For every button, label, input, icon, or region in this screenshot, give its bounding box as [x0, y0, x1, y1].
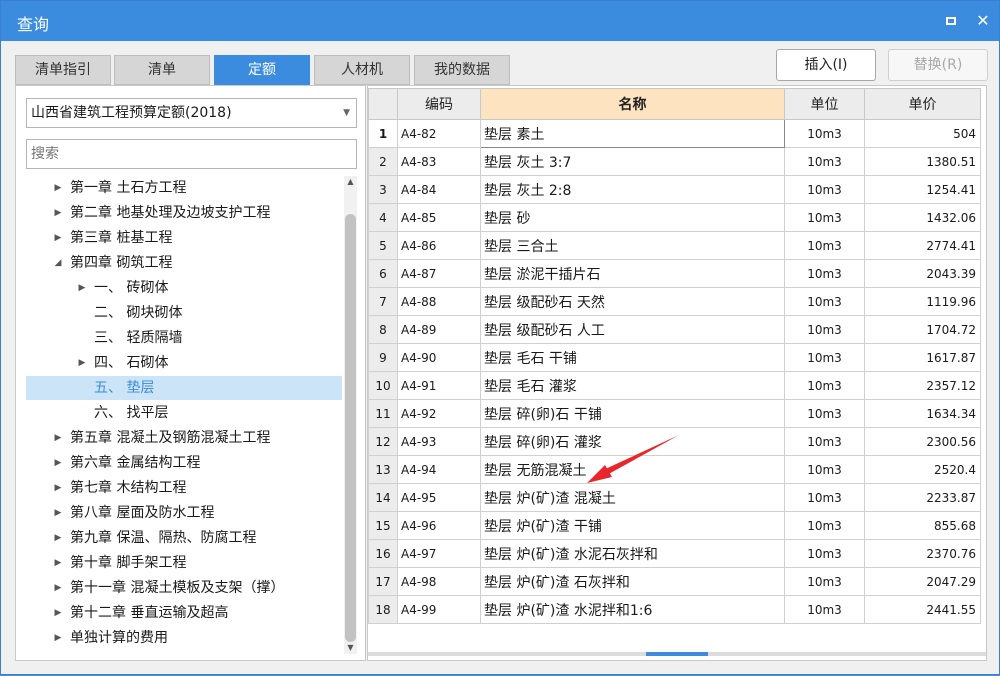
query-dialog: 查询 ✕ 清单指引 清单 定额 人材机 我的数据 插入(I) 替换(R) 山西省…: [0, 0, 1000, 675]
arrow-shaft: [601, 435, 679, 476]
annotation-arrow: [587, 435, 679, 483]
